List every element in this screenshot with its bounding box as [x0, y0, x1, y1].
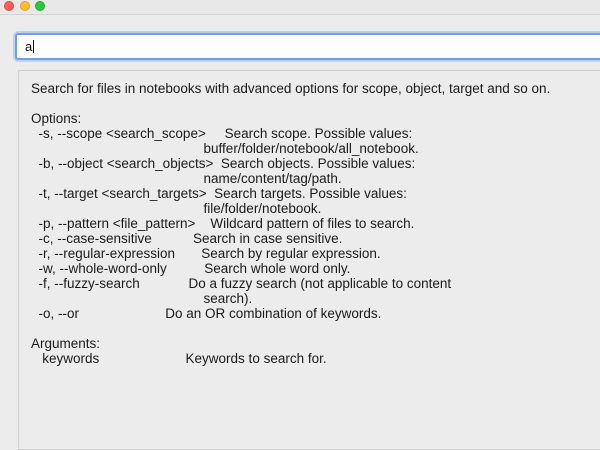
help-panel[interactable]: Search for files in notebooks with advan… — [18, 70, 600, 450]
close-window-button[interactable] — [4, 1, 14, 11]
search-input-value: a — [25, 39, 33, 54]
minimize-window-button[interactable] — [20, 1, 30, 11]
help-text: Search for files in notebooks with advan… — [31, 81, 551, 366]
window-titlebar — [0, 0, 600, 15]
maximize-window-button[interactable] — [35, 1, 45, 11]
search-input[interactable]: a — [15, 33, 600, 60]
